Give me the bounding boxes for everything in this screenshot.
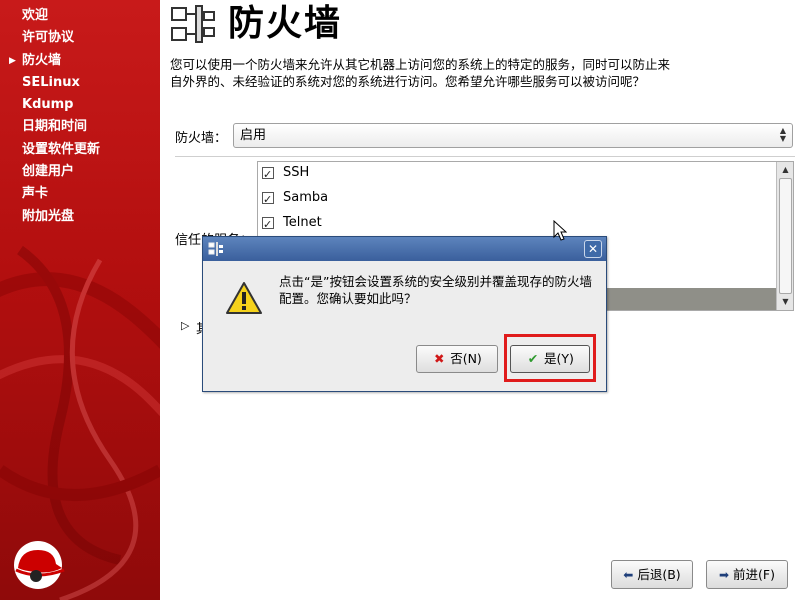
expander-arrow-icon[interactable]: ▷ xyxy=(181,319,189,332)
warning-icon xyxy=(226,282,262,314)
sidebar-steps: 欢迎 许可协议 ▶ 防火墙 SELinux Kdump 日期和时间 设置软件更新 … xyxy=(0,5,160,228)
service-checkbox[interactable] xyxy=(262,213,274,237)
sidebar-item-software-updates: 设置软件更新 xyxy=(22,141,101,157)
back-button[interactable]: ⬅ 后退(B) xyxy=(611,560,693,589)
service-name: Samba xyxy=(283,190,329,205)
firewall-select-value: 启用 xyxy=(240,128,267,143)
list-item[interactable]: SSH xyxy=(262,162,310,187)
list-item[interactable]: Telnet xyxy=(262,211,322,237)
combo-arrows-icon: ▲ ▼ xyxy=(779,126,786,143)
sidebar-item-welcome: 欢迎 xyxy=(22,8,49,23)
sidebar: 欢迎 许可协议 ▶ 防火墙 SELinux Kdump 日期和时间 设置软件更新 … xyxy=(0,0,160,600)
sidebar-item-datetime: 日期和时间 xyxy=(22,119,88,135)
sidebar-item-kdump: Kdump xyxy=(22,97,74,113)
service-name: Telnet xyxy=(283,215,322,230)
yes-button-highlight xyxy=(504,334,596,382)
service-checkbox[interactable] xyxy=(262,163,274,187)
page-title: 防火墙 xyxy=(228,3,343,44)
firewall-select[interactable]: 启用 ▲ ▼ xyxy=(233,123,793,148)
list-scrollbar[interactable]: ▲ ▼ xyxy=(776,162,793,310)
dialog-app-icon xyxy=(208,242,223,256)
sidebar-item-selinux: SELinux xyxy=(22,74,80,90)
service-name: SSH xyxy=(283,165,310,180)
separator xyxy=(175,156,795,157)
dialog-titlebar[interactable]: ✕ xyxy=(203,237,606,261)
current-step-arrow-icon: ▶ xyxy=(9,55,16,66)
sidebar-item-firewall: ▶ 防火墙 xyxy=(0,50,160,72)
list-item[interactable]: Samba xyxy=(262,186,329,212)
mouse-cursor-icon xyxy=(553,220,567,241)
arrow-left-icon: ⬅ xyxy=(623,568,634,582)
close-icon[interactable]: ✕ xyxy=(584,240,602,258)
arrow-right-icon: ➡ xyxy=(718,568,730,582)
page-description: 您可以使用一个防火墙来允许从其它机器上访问您的系统上的特定的服务，同时可以防止来… xyxy=(170,57,671,89)
firewall-icon xyxy=(171,5,215,43)
service-checkbox[interactable] xyxy=(262,188,274,212)
scroll-down-icon[interactable]: ▼ xyxy=(778,295,793,309)
sidebar-item-sound-card: 声卡 xyxy=(22,186,49,202)
forward-button[interactable]: ➡ 前进(F) xyxy=(706,560,788,589)
sidebar-item-additional-cds: 附加光盘 xyxy=(22,208,75,224)
firewall-label: 防火墙： xyxy=(175,131,228,146)
cross-icon: ✖ xyxy=(433,351,445,366)
no-button[interactable]: ✖ 否(N) xyxy=(416,345,498,373)
scroll-up-icon[interactable]: ▲ xyxy=(778,163,793,177)
sidebar-item-license: 许可协议 xyxy=(22,30,75,46)
dialog-message: 点击“是”按钮会设置系统的安全级别并覆盖现存的防火墙配置。您确认要如此吗？ xyxy=(279,274,592,306)
scrollbar-thumb[interactable] xyxy=(779,178,792,294)
sidebar-item-create-user: 创建用户 xyxy=(22,164,75,180)
redhat-logo xyxy=(14,541,65,589)
